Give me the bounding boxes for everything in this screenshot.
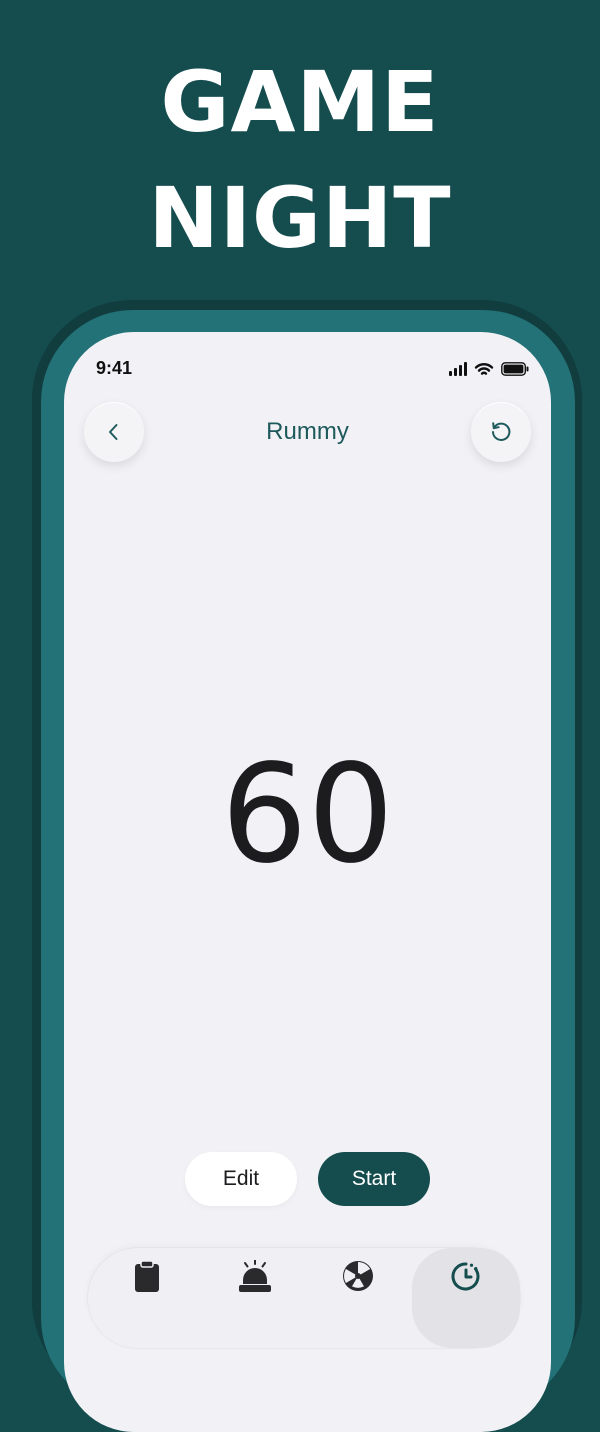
headline-line-1: GAME (160, 53, 440, 151)
rotate-ccw-icon (492, 422, 511, 441)
tab-spinner[interactable] (304, 1248, 412, 1348)
tab-timer[interactable] (412, 1248, 520, 1348)
spinner-icon (343, 1261, 373, 1291)
reset-button[interactable] (471, 402, 531, 462)
headline-line-2: NIGHT (148, 169, 452, 267)
timer-icon (451, 1262, 480, 1291)
battery-icon (501, 362, 529, 376)
tab-buzzer[interactable] (201, 1248, 309, 1348)
phone-screen: 9:41 Rummy 60 Edit Start (64, 332, 551, 1432)
wifi-icon (474, 362, 494, 375)
cellular-signal-icon (449, 362, 467, 376)
tab-clipboard[interactable] (93, 1248, 201, 1348)
tab-bar (88, 1248, 520, 1348)
buzzer-icon (239, 1260, 271, 1292)
clipboard-icon (135, 1260, 159, 1292)
timer-value: 60 (220, 736, 395, 894)
status-time: 9:41 (96, 358, 133, 378)
start-button[interactable]: Start (318, 1152, 430, 1206)
status-icons (449, 360, 529, 378)
edit-button[interactable]: Edit (185, 1152, 297, 1206)
